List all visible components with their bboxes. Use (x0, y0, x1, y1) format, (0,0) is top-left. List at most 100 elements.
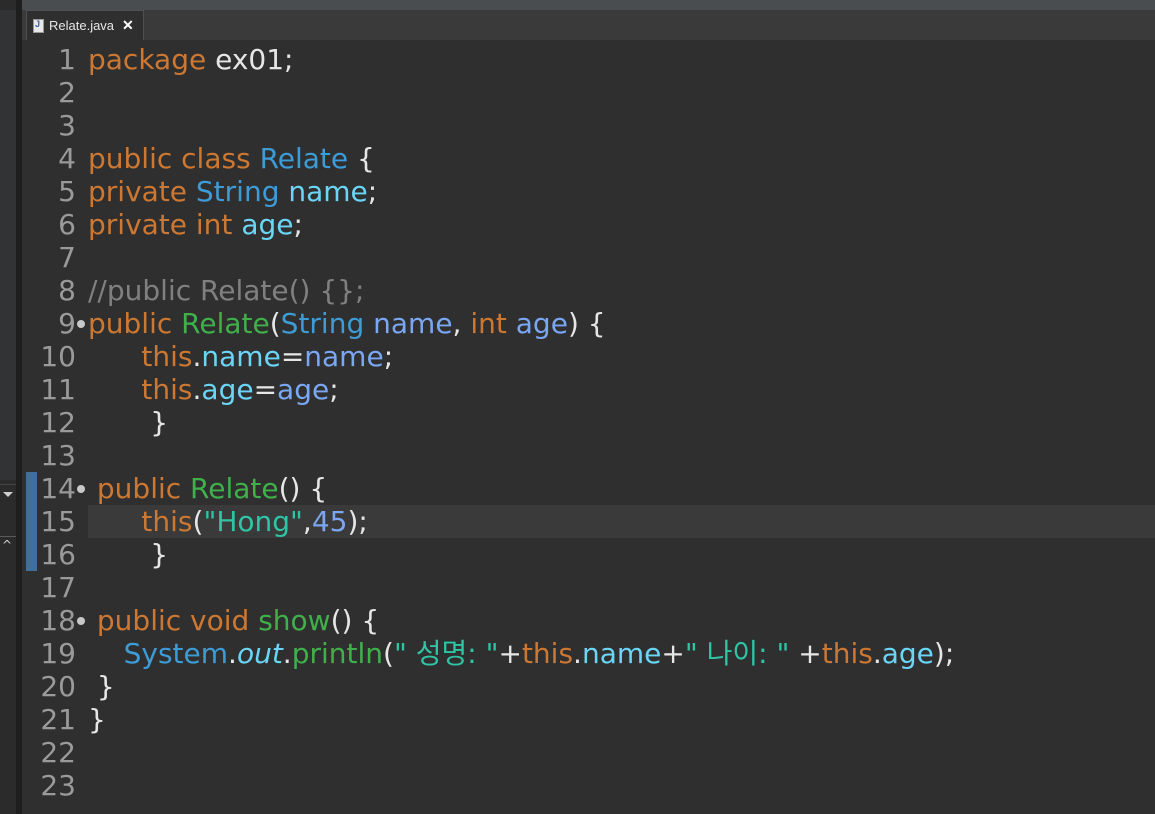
editor-tab-bar: Relate.java ✕ (22, 0, 1155, 40)
code-line[interactable]: private int age; (88, 208, 1155, 241)
code-line[interactable] (88, 76, 1155, 109)
line-number: 14 (40, 472, 76, 505)
code-line[interactable]: } (88, 538, 1155, 571)
line-number: 4 (58, 142, 76, 175)
code-line[interactable]: public Relate() { (88, 472, 1155, 505)
line-number: 19 (40, 637, 76, 670)
code-line[interactable]: } (88, 703, 1155, 736)
code-line[interactable] (88, 769, 1155, 802)
tab-label: Relate.java (49, 18, 115, 33)
fold-toggle-icon[interactable] (77, 320, 85, 328)
code-token: name (373, 307, 453, 340)
left-panel-strip: ^ (0, 0, 23, 814)
line-number-gutter: 1 2 3 4 5 6 7 8 9 10 11 12 13 14 15 16 17 18 19 20 21 22 23 (22, 40, 88, 814)
code-token: this (821, 637, 873, 670)
code-token: } (88, 406, 169, 439)
line-number: 9 (58, 307, 76, 340)
code-editor[interactable]: 1 2 3 4 5 6 7 8 9 10 11 12 13 14 15 16 17 18 19 20 21 22 23 pa… (22, 40, 1155, 814)
code-area[interactable]: package ex01; public class Relate {privat… (88, 40, 1155, 814)
code-line[interactable]: } (88, 406, 1155, 439)
code-token: . (228, 637, 237, 670)
code-line[interactable]: System.out.println(" 성명: "+this.name+" 나… (88, 637, 1155, 670)
code-token: " 나이: " (684, 637, 790, 670)
line-number: 15 (40, 505, 76, 538)
code-token: "Hong" (203, 505, 303, 538)
code-line[interactable]: public Relate(String name, int age) { (88, 307, 1155, 340)
code-line[interactable] (88, 109, 1155, 142)
line-number: 3 (58, 109, 76, 142)
line-number: 8 (58, 274, 76, 307)
line-number: 22 (40, 736, 76, 769)
code-token: this (141, 373, 193, 406)
line-number: 21 (40, 703, 76, 736)
code-token: ; (367, 175, 378, 208)
fold-toggle-icon[interactable] (77, 617, 85, 625)
code-token: age (881, 637, 934, 670)
tab-relate-java[interactable]: Relate.java ✕ (26, 10, 144, 40)
line-number: 17 (40, 571, 76, 604)
code-token: age (201, 373, 254, 406)
code-line[interactable] (88, 571, 1155, 604)
code-line[interactable] (88, 241, 1155, 274)
code-token: ex01; (206, 43, 294, 76)
code-line[interactable]: this.name=name; (88, 340, 1155, 373)
line-number: 6 (58, 208, 76, 241)
code-token: ( (192, 505, 204, 538)
code-token: + (789, 637, 822, 670)
code-token: Relate (190, 472, 279, 505)
code-token: println (291, 637, 384, 670)
code-line[interactable]: } (88, 670, 1155, 703)
code-token: show (258, 604, 331, 637)
code-token: 45 (311, 505, 348, 538)
chevron-up-icon[interactable]: ^ (2, 539, 12, 551)
line-number: 10 (40, 340, 76, 373)
code-line[interactable]: public class Relate { (88, 142, 1155, 175)
line-number: 16 (40, 538, 76, 571)
code-line[interactable]: //public Relate() {}; (88, 274, 1155, 307)
code-line[interactable]: private String name; (88, 175, 1155, 208)
line-number: 23 (40, 769, 76, 802)
close-icon[interactable]: ✕ (122, 17, 134, 34)
java-file-icon (33, 18, 44, 33)
line-number: 1 (58, 43, 76, 76)
code-token: this (141, 340, 193, 373)
line-number: 5 (58, 175, 76, 208)
code-line[interactable]: this("Hong",45); (88, 505, 1155, 538)
code-token: this (521, 637, 574, 670)
code-token: ) { (567, 307, 606, 340)
code-token: ; (329, 373, 339, 406)
code-line[interactable]: package ex01; (88, 43, 1155, 76)
code-line[interactable]: public void show() { (88, 604, 1155, 637)
code-line[interactable]: this.age=age; (88, 373, 1155, 406)
code-token: public (88, 472, 191, 505)
code-token: Relate (259, 142, 349, 175)
code-token: age (277, 373, 330, 406)
code-token: age (241, 208, 294, 241)
code-line[interactable] (88, 439, 1155, 472)
line-number: 2 (58, 76, 76, 109)
dropdown-arrow-icon[interactable] (3, 492, 13, 497)
code-token: . (872, 637, 882, 670)
line-number: 20 (40, 670, 76, 703)
code-token: () { (278, 472, 328, 505)
code-token: ); (347, 505, 368, 538)
line-number: 7 (58, 241, 76, 274)
code-token: private (88, 175, 196, 208)
code-token: name (201, 340, 281, 373)
code-token: this (141, 505, 193, 538)
code-token: package (88, 43, 207, 76)
code-line[interactable] (88, 736, 1155, 769)
code-token: . (282, 637, 292, 670)
line-number: 11 (40, 373, 76, 406)
fold-toggle-icon[interactable] (77, 485, 85, 493)
code-token: private int (88, 208, 242, 241)
code-token: " 성명: " (393, 637, 499, 670)
code-token: name (288, 175, 368, 208)
code-token: { (348, 142, 375, 175)
code-token: int (470, 307, 516, 340)
line-number: 13 (40, 439, 76, 472)
